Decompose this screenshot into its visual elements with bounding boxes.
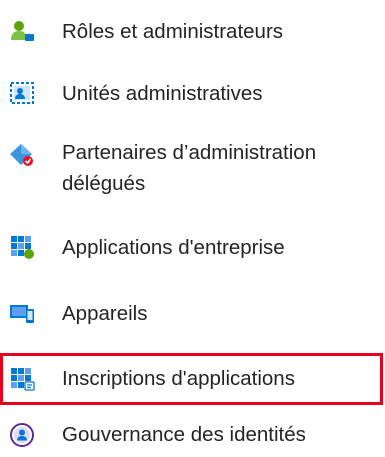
devices-icon xyxy=(10,305,34,323)
menu-item-label: Rôles et administrateurs xyxy=(62,20,284,43)
menu-item-delegated-admin-partners[interactable]: Partenaires d’administration délégués xyxy=(0,135,385,205)
delegated-partners-icon xyxy=(10,144,33,166)
menu-item-devices[interactable]: Appareils xyxy=(0,295,385,335)
users-admin-icon xyxy=(11,21,34,41)
app-registrations-icon xyxy=(11,368,35,391)
enterprise-apps-icon xyxy=(11,236,34,259)
menu-item-administrative-units[interactable]: Unités administratives xyxy=(0,75,385,115)
menu-item-label: Unités administratives xyxy=(62,82,263,105)
menu-item-label: Applications d'entreprise xyxy=(62,236,285,259)
menu-item-label: Appareils xyxy=(62,302,148,325)
menu-item-label: Partenaires d’administration délégués xyxy=(62,141,317,195)
menu-item-identity-governance[interactable]: Gouvernance des identités xyxy=(0,417,385,457)
menu-item-enterprise-applications[interactable]: Applications d'entreprise xyxy=(0,230,385,270)
menu-item-label: Gouvernance des identités xyxy=(62,423,306,446)
menu-item-roles-administrators[interactable]: Rôles et administrateurs xyxy=(0,10,385,50)
menu-item-app-registrations[interactable]: Inscriptions d'applications xyxy=(0,356,385,402)
menu-item-label: Inscriptions d'applications xyxy=(62,367,295,390)
navigation-menu: Rôles et administrateurs Unités administ… xyxy=(0,0,385,457)
identity-governance-icon xyxy=(10,423,34,447)
admin-units-icon xyxy=(10,82,34,104)
